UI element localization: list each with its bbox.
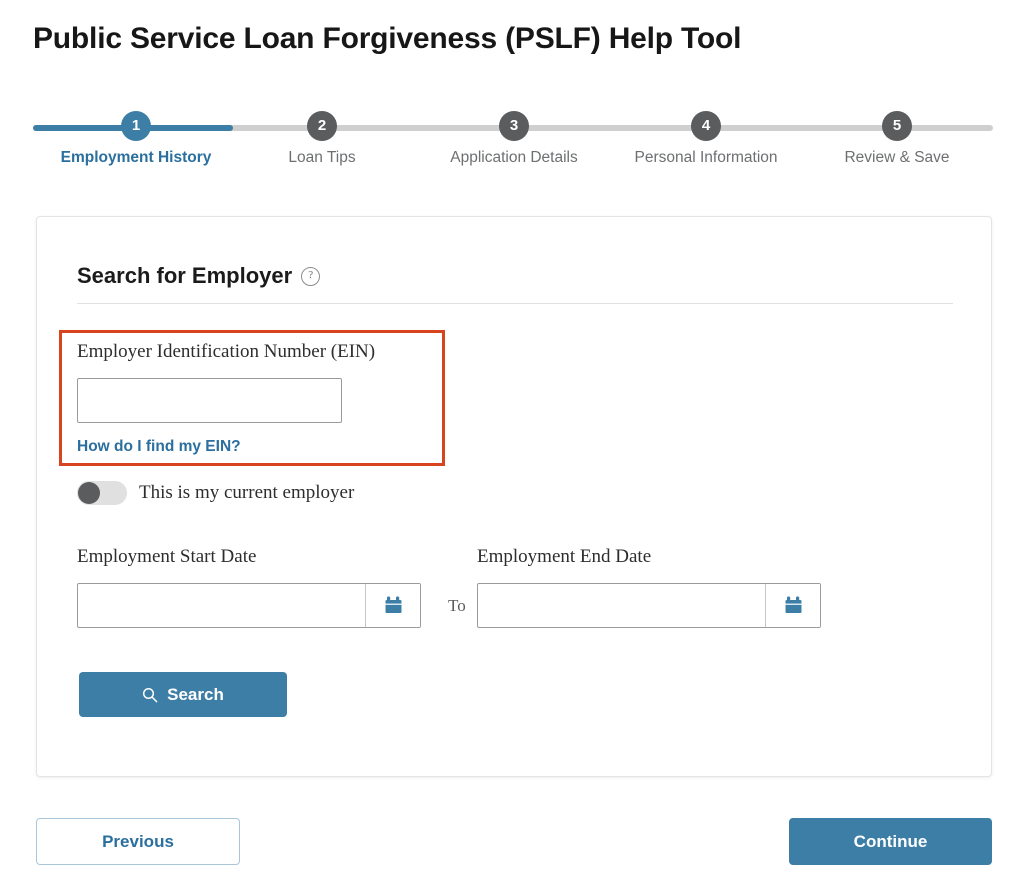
employment-start-date-group [77, 583, 421, 628]
step-loan-tips[interactable]: 2 Loan Tips [242, 104, 402, 167]
progress-stepper: 1 Employment History 2 Loan Tips 3 Appli… [33, 104, 993, 184]
card-title: Search for Employer [77, 263, 293, 288]
employer-search-card: Search for Employer ? Employer Identific… [36, 216, 992, 777]
search-icon [143, 687, 158, 702]
employment-start-date-label: Employment Start Date [77, 546, 257, 567]
ein-label: Employer Identification Number (EIN) [77, 341, 376, 362]
card-title-divider [77, 303, 953, 304]
how-do-i-find-my-ein-link[interactable]: How do I find my EIN? [77, 438, 241, 456]
employment-end-date-input[interactable] [478, 584, 765, 627]
end-date-calendar-button[interactable] [765, 584, 820, 627]
page-title: Public Service Loan Forgiveness (PSLF) H… [33, 22, 742, 55]
continue-button[interactable]: Continue [789, 818, 992, 865]
step-number-5: 5 [882, 111, 912, 141]
employment-end-date-group [477, 583, 821, 628]
search-button-label: Search [167, 684, 224, 704]
step-label-5: Review & Save [844, 149, 950, 166]
step-number-4: 4 [691, 111, 721, 141]
step-number-2: 2 [307, 111, 337, 141]
calendar-icon [385, 596, 401, 613]
employment-end-date-label: Employment End Date [477, 546, 652, 567]
start-date-calendar-button[interactable] [365, 584, 420, 627]
date-range-separator: To [448, 596, 466, 615]
search-button[interactable]: Search [79, 672, 287, 717]
step-employment-history[interactable]: 1 Employment History [56, 104, 216, 167]
previous-button[interactable]: Previous [36, 818, 240, 865]
step-label-3: Application Details [450, 149, 578, 166]
step-label-1: Employment History [60, 149, 212, 166]
step-number-3: 3 [499, 111, 529, 141]
step-review-and-save[interactable]: 5 Review & Save [817, 104, 977, 167]
toggle-knob [78, 482, 100, 504]
current-employer-toggle[interactable] [77, 481, 127, 505]
step-label-4: Personal Information [634, 149, 778, 166]
ein-input[interactable] [77, 378, 342, 423]
step-label-2: Loan Tips [288, 149, 356, 166]
employment-start-date-input[interactable] [78, 584, 365, 627]
step-application-details[interactable]: 3 Application Details [434, 104, 594, 167]
current-employer-toggle-row: This is my current employer [77, 481, 354, 505]
calendar-icon [785, 596, 801, 613]
question-circle-icon[interactable]: ? [301, 266, 321, 286]
card-title-row: Search for Employer ? [77, 263, 321, 289]
current-employer-toggle-label: This is my current employer [139, 482, 355, 503]
step-personal-information[interactable]: 4 Personal Information [626, 104, 786, 167]
step-number-1: 1 [121, 111, 151, 141]
